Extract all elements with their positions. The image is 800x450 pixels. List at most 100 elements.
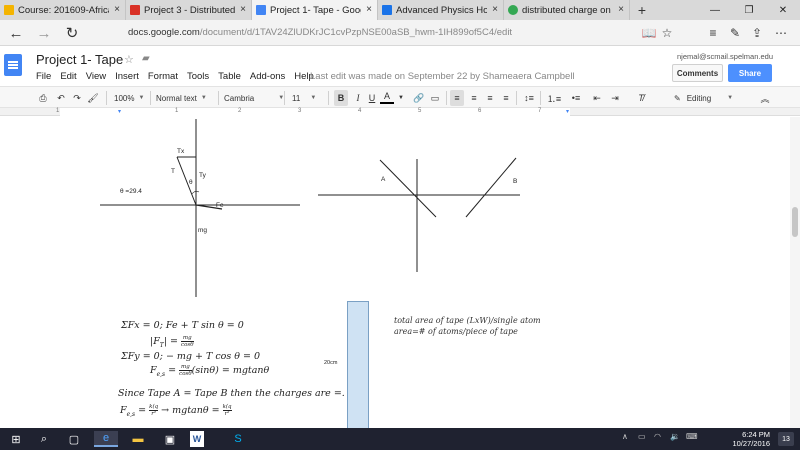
- zoom-select[interactable]: 100% ▼: [114, 90, 148, 106]
- folder-icon[interactable]: ▰: [142, 53, 150, 64]
- bold-button[interactable]: B: [334, 90, 348, 106]
- reading-view-icon[interactable]: 📖: [640, 24, 658, 42]
- right-indent-marker-icon[interactable]: ▾: [566, 108, 569, 115]
- last-edit-link[interactable]: Last edit was made on September 22 by Sh…: [310, 71, 575, 82]
- eq2-part: |F: [150, 336, 160, 347]
- close-tab-icon[interactable]: ×: [492, 4, 498, 15]
- web-note-icon[interactable]: ✎: [726, 24, 744, 42]
- menu-format[interactable]: Format: [148, 71, 178, 82]
- italic-button[interactable]: I: [352, 90, 364, 106]
- forward-arrow-icon[interactable]: →: [34, 23, 54, 43]
- text-color-button[interactable]: A: [380, 90, 394, 104]
- menu-edit[interactable]: Edit: [60, 71, 76, 82]
- chevron-up-icon[interactable]: ∧: [622, 432, 628, 441]
- align-right-icon[interactable]: ≡: [483, 90, 497, 106]
- line-spacing-icon[interactable]: ↕≡: [520, 90, 538, 106]
- document-title[interactable]: Project 1- Tape: [36, 52, 123, 67]
- search-icon[interactable]: ⌕: [32, 431, 56, 447]
- font-select[interactable]: Cambria ▼: [224, 90, 284, 106]
- taskbar-clock[interactable]: 6:24 PM 10/27/2016: [732, 430, 770, 448]
- skype-icon[interactable]: S: [226, 431, 250, 447]
- indent-marker-icon[interactable]: ▾: [118, 108, 121, 115]
- link-icon[interactable]: 🔗: [412, 90, 426, 106]
- undo-icon[interactable]: ↶: [54, 90, 68, 106]
- document-page[interactable]: Tx T Ty θ θ =29.4 Fe mg A B 20cm total a…: [0, 117, 800, 428]
- docs-logo-icon[interactable]: [4, 54, 22, 76]
- close-tab-icon[interactable]: ×: [366, 4, 372, 15]
- ruler-page-area: [60, 108, 570, 116]
- eq2-rhs: | =: [163, 336, 182, 347]
- menu-table[interactable]: Table: [218, 71, 241, 82]
- share-button[interactable]: Share: [728, 64, 772, 82]
- comments-button[interactable]: Comments: [672, 64, 723, 82]
- browser-tab[interactable]: Course: 201609-African Dia ×: [0, 0, 126, 20]
- word-icon[interactable]: W: [190, 431, 204, 447]
- scrollbar-thumb[interactable]: [792, 207, 798, 237]
- close-tab-icon[interactable]: ×: [114, 4, 120, 15]
- equation-fes: Fe,s = mg cosθ (sinθ) = mgtanθ: [150, 364, 269, 378]
- file-explorer-icon[interactable]: ▬: [126, 431, 150, 447]
- task-view-icon[interactable]: ▢: [62, 431, 86, 447]
- minimize-icon[interactable]: —: [698, 0, 732, 20]
- font-size-select[interactable]: 11 ▼: [292, 90, 322, 106]
- edge-browser-icon[interactable]: e: [94, 431, 118, 447]
- browser-tab[interactable]: Project 3 - Distributed Char ×: [126, 0, 252, 20]
- menu-view[interactable]: View: [86, 71, 106, 82]
- clear-formatting-icon[interactable]: T̸: [634, 90, 648, 106]
- close-tab-icon[interactable]: ×: [240, 4, 246, 15]
- ruler-number: 6: [478, 108, 482, 114]
- decrease-indent-icon[interactable]: ⇤: [590, 90, 604, 106]
- url-field[interactable]: docs.google.com/document/d/1TAV24ZlUDKrJ…: [128, 27, 512, 38]
- menu-file[interactable]: File: [36, 71, 51, 82]
- eq4-frac-den: cosθ: [179, 371, 192, 377]
- hub-icon[interactable]: ≡: [704, 24, 722, 42]
- increase-indent-icon[interactable]: ⇥: [608, 90, 622, 106]
- keyboard-icon[interactable]: ⌨: [686, 432, 698, 441]
- battery-icon[interactable]: ▭: [638, 432, 646, 441]
- tape-area-paragraph: total area of tape (LxW)/single atom are…: [394, 316, 541, 336]
- restore-icon[interactable]: ❐: [732, 0, 766, 20]
- close-tab-icon[interactable]: ×: [618, 4, 624, 15]
- new-tab-button[interactable]: +: [630, 0, 654, 20]
- browser-tab[interactable]: Advanced Physics Homewo ×: [378, 0, 504, 20]
- user-email[interactable]: njemal@scmail.spelman.edu: [677, 52, 773, 61]
- wifi-icon[interactable]: ◠: [654, 432, 661, 441]
- menu-addons[interactable]: Add-ons: [250, 71, 285, 82]
- menu-insert[interactable]: Insert: [115, 71, 139, 82]
- pencil-icon: ✎: [674, 93, 681, 103]
- refresh-icon[interactable]: ↻: [62, 23, 82, 43]
- align-justify-icon[interactable]: ≡: [499, 90, 513, 106]
- editing-mode-select[interactable]: ✎ Editing ▼: [674, 90, 736, 106]
- vertical-scrollbar[interactable]: [790, 117, 800, 428]
- ruler-number: 4: [358, 108, 362, 114]
- style-select[interactable]: Normal text ▼: [156, 90, 214, 106]
- chevron-down-icon[interactable]: ▼: [396, 90, 406, 106]
- share-icon[interactable]: ⇪: [748, 24, 766, 42]
- close-window-icon[interactable]: ✕: [766, 0, 800, 20]
- numbered-list-icon[interactable]: ⒈≡: [546, 90, 562, 106]
- notifications-badge[interactable]: 13: [778, 432, 794, 446]
- label-20cm: 20cm: [324, 360, 338, 366]
- store-icon[interactable]: ▣: [158, 431, 182, 447]
- underline-button[interactable]: U: [366, 90, 378, 106]
- more-icon[interactable]: ⋯: [772, 24, 790, 42]
- browser-tab-active[interactable]: Project 1- Tape - Googl ×: [252, 0, 378, 20]
- align-left-icon[interactable]: ≡: [450, 90, 464, 106]
- zoom-value: 100%: [114, 93, 135, 103]
- volume-icon[interactable]: 🔉: [670, 432, 680, 441]
- favorite-star-icon[interactable]: ☆: [658, 24, 676, 42]
- back-arrow-icon[interactable]: ←: [6, 23, 26, 43]
- redo-icon[interactable]: ↷: [70, 90, 84, 106]
- align-center-icon[interactable]: ≡: [467, 90, 481, 106]
- menu-tools[interactable]: Tools: [187, 71, 209, 82]
- print-icon[interactable]: ⎙: [36, 90, 50, 106]
- comment-icon[interactable]: ▭: [428, 90, 442, 106]
- paint-format-icon[interactable]: 🖌: [86, 90, 100, 106]
- windows-start-icon[interactable]: ⊞: [4, 431, 28, 447]
- label-theta: θ: [189, 179, 193, 186]
- collapse-icon[interactable]: ︽: [758, 90, 772, 106]
- pdf-icon: [382, 5, 392, 15]
- bulleted-list-icon[interactable]: •≡: [568, 90, 584, 106]
- browser-tab[interactable]: distributed charge on disk - ×: [504, 0, 630, 20]
- star-icon[interactable]: ☆: [124, 53, 134, 66]
